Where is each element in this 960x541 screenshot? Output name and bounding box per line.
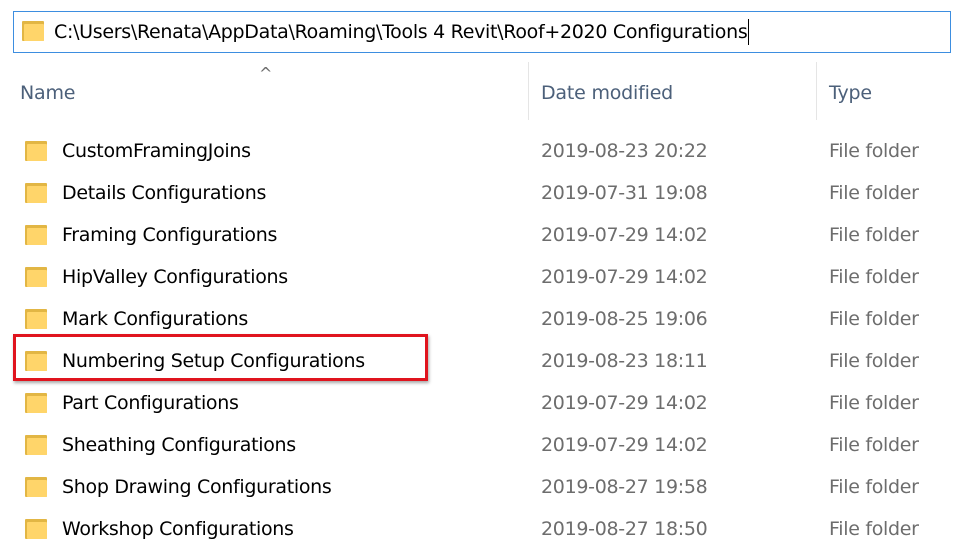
file-date-modified: 2019-07-29 14:02 [541,224,708,246]
file-type: File folder [829,476,919,498]
file-name[interactable]: Sheathing Configurations [62,434,296,456]
file-name[interactable]: Shop Drawing Configurations [62,476,332,498]
folder-icon [25,393,47,413]
sort-ascending-icon: ^ [259,64,273,83]
column-divider[interactable] [528,62,529,120]
column-header-type[interactable]: Type [829,82,872,104]
file-row[interactable]: Shop Drawing Configurations 2019-08-27 19… [0,467,960,509]
folder-icon [22,21,44,43]
address-path[interactable]: C:\Users\Renata\AppData\Roaming\Tools 4 … [54,19,750,45]
text-caret [748,19,750,45]
file-type: File folder [829,350,919,372]
file-type: File folder [829,224,919,246]
file-type: File folder [829,518,919,540]
folder-icon [25,435,47,455]
column-header-date-modified[interactable]: Date modified [541,82,673,104]
file-type: File folder [829,308,919,330]
file-type: File folder [829,392,919,414]
folder-icon [25,477,47,497]
file-name[interactable]: Numbering Setup Configurations [62,350,365,372]
column-header-row: ^ Name Date modified Type [0,62,960,124]
file-row[interactable]: Part Configurations 2019-07-29 14:02 File … [0,383,960,425]
file-date-modified: 2019-08-27 18:50 [541,518,708,540]
file-name[interactable]: HipValley Configurations [62,266,288,288]
file-date-modified: 2019-08-23 20:22 [541,140,708,162]
folder-icon [25,141,47,161]
file-date-modified: 2019-08-25 19:06 [541,308,708,330]
folder-icon [25,267,47,287]
folder-icon [25,183,47,203]
folder-icon [25,351,47,371]
file-row[interactable]: Mark Configurations 2019-08-25 19:06 File … [0,299,960,341]
file-date-modified: 2019-08-27 19:58 [541,476,708,498]
file-name[interactable]: Details Configurations [62,182,266,204]
file-name[interactable]: Mark Configurations [62,308,248,330]
column-divider[interactable] [816,62,817,120]
file-type: File folder [829,182,919,204]
file-date-modified: 2019-07-29 14:02 [541,392,708,414]
file-explorer-window: C:\Users\Renata\AppData\Roaming\Tools 4 … [0,0,960,541]
file-row[interactable]: Framing Configurations 2019-07-29 14:02 Fi… [0,215,960,257]
file-row[interactable]: Numbering Setup Configurations 2019-08-23… [0,341,960,383]
file-name[interactable]: Part Configurations [62,392,239,414]
file-row[interactable]: Workshop Configurations 2019-08-27 18:50 F… [0,509,960,541]
file-name[interactable]: CustomFramingJoins [62,140,251,162]
file-type: File folder [829,434,919,456]
file-date-modified: 2019-07-29 14:02 [541,266,708,288]
file-type: File folder [829,266,919,288]
column-header-name[interactable]: Name [20,82,75,104]
file-row[interactable]: HipValley Configurations 2019-07-29 14:02… [0,257,960,299]
address-path-text: C:\Users\Renata\AppData\Roaming\Tools 4 … [54,21,748,43]
file-name[interactable]: Workshop Configurations [62,518,294,540]
folder-icon [25,519,47,539]
file-row[interactable]: Sheathing Configurations 2019-07-29 14:02… [0,425,960,467]
file-name[interactable]: Framing Configurations [62,224,277,246]
file-row[interactable]: Details Configurations 2019-07-31 19:08 Fi… [0,173,960,215]
file-date-modified: 2019-07-29 14:02 [541,434,708,456]
file-row[interactable]: CustomFramingJoins 2019-08-23 20:22 File f… [0,131,960,173]
address-bar[interactable]: C:\Users\Renata\AppData\Roaming\Tools 4 … [13,11,951,53]
folder-icon [25,309,47,329]
file-type: File folder [829,140,919,162]
file-date-modified: 2019-08-23 18:11 [541,350,708,372]
file-date-modified: 2019-07-31 19:08 [541,182,708,204]
folder-icon [25,225,47,245]
file-list: CustomFramingJoins 2019-08-23 20:22 File f… [0,131,960,541]
